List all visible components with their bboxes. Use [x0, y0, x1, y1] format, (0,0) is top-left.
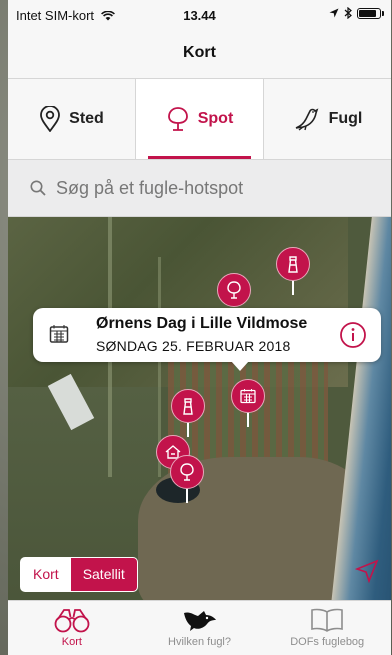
tabbar-item-dofs-fuglebog[interactable]: DOFs fuglebog — [263, 601, 391, 655]
segment-tabs: Sted Spot Fugl — [8, 79, 391, 160]
calendar-icon — [49, 325, 69, 343]
map-type-kort[interactable]: Kort — [21, 558, 71, 591]
map-pin-event[interactable] — [231, 379, 265, 427]
satellite-map[interactable]: Ørnens Dag i Lille Vildmose SØNDAG 25. F… — [8, 217, 391, 600]
search-bar — [8, 160, 391, 217]
location-arrow-icon[interactable] — [355, 559, 379, 583]
map-pin-tree[interactable] — [217, 273, 251, 307]
screen: Intet SIM-kort 13.44 Kort Sted Spot Fugl… — [0, 0, 392, 655]
map-pin-tree[interactable] — [170, 455, 204, 503]
tab-sted[interactable]: Sted — [8, 79, 135, 159]
tabbar-item-hvilken-fugl[interactable]: Hvilken fugl? — [136, 601, 264, 655]
tab-sted-label: Sted — [69, 110, 104, 127]
status-bar: Intet SIM-kort 13.44 — [8, 0, 391, 30]
map-pin-tower[interactable] — [171, 389, 205, 437]
calendar-icon — [240, 389, 256, 404]
binoculars-icon — [54, 609, 90, 633]
open-book-icon — [311, 608, 343, 632]
map-pin-tower[interactable] — [276, 247, 310, 295]
tabbar-item-kort[interactable]: Kort — [8, 601, 136, 655]
event-callout[interactable]: Ørnens Dag i Lille Vildmose SØNDAG 25. F… — [33, 308, 381, 371]
event-date: SØNDAG 25. FEBRUAR 2018 — [96, 338, 291, 354]
status-icons — [329, 7, 384, 19]
map-type-satellit[interactable]: Satellit — [70, 558, 137, 591]
battery-icon — [357, 7, 384, 19]
event-title: Ørnens Dag i Lille Vildmose — [96, 315, 308, 332]
tab-fugl[interactable]: Fugl — [263, 79, 391, 159]
tower-icon — [183, 398, 193, 415]
tower-icon — [288, 256, 298, 273]
bird-icon — [295, 108, 318, 131]
tab-bar: Kort Hvilken fugl? DOFs fuglebog — [8, 600, 391, 655]
tree-icon — [167, 107, 188, 131]
search-input[interactable] — [54, 176, 378, 200]
tabbar-label: Kort — [61, 636, 82, 648]
tab-fugl-label: Fugl — [328, 110, 363, 127]
map-type-toggle: Kort Satellit — [20, 557, 138, 592]
location-pin-icon — [40, 106, 61, 132]
location-arrow-icon — [329, 8, 339, 18]
page-title: Kort — [183, 44, 216, 61]
tabbar-label: DOFs fuglebog — [290, 636, 365, 648]
info-icon[interactable] — [339, 321, 367, 349]
navigation-bar: Kort — [8, 30, 391, 79]
tabbar-label: Hvilken fugl? — [168, 636, 231, 648]
search-icon — [30, 180, 46, 196]
tab-spot[interactable]: Spot — [135, 79, 263, 159]
tree-icon — [180, 463, 194, 481]
bluetooth-icon — [344, 7, 352, 19]
phone-screen: Intet SIM-kort 13.44 Kort Sted Spot Fugl… — [8, 0, 391, 655]
tab-spot-label: Spot — [197, 110, 234, 127]
bird-silhouette-icon — [183, 611, 216, 631]
tree-icon — [227, 281, 241, 299]
